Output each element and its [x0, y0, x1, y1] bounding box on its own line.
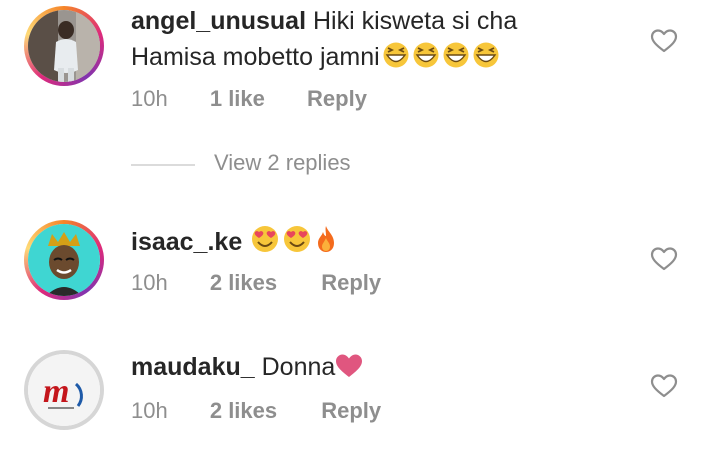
comment-time: 10h: [131, 398, 168, 423]
grinning-squinting-face-icon: [412, 41, 440, 78]
avatar-photo: [28, 10, 100, 82]
likes-count[interactable]: 2 likes: [210, 270, 277, 296]
comment-text: isaac_.ke: [131, 224, 338, 263]
view-replies-button[interactable]: View 2 replies: [214, 150, 351, 176]
heart-suit-icon: [335, 353, 363, 388]
svg-text:m: m: [43, 373, 69, 410]
avatar-angel-unusual[interactable]: [24, 6, 104, 86]
avatar-isaac-ke[interactable]: [24, 220, 104, 300]
avatar-logo: m: [28, 354, 100, 426]
reply-button[interactable]: Reply: [321, 270, 381, 296]
replies-divider: [131, 164, 195, 166]
grinning-squinting-face-icon: [472, 41, 500, 78]
like-heart-icon[interactable]: [650, 246, 678, 272]
like-heart-icon[interactable]: [650, 373, 678, 399]
heart-eyes-face-icon: [282, 224, 312, 263]
fire-icon: [314, 224, 338, 263]
comment-body-line1: Hiki kisweta si cha: [313, 7, 518, 35]
likes-count[interactable]: 1 like: [210, 86, 265, 112]
comment-meta: 10h 2 likes Reply: [131, 398, 381, 424]
comment-text: maudaku_ Donna: [131, 350, 363, 388]
grinning-squinting-face-icon: [442, 41, 470, 78]
heart-eyes-face-icon: [250, 224, 280, 263]
comment-username[interactable]: angel_unusual: [131, 7, 306, 35]
like-heart-icon[interactable]: [650, 28, 678, 54]
comment-body-line2: Hamisa mobetto jamni: [131, 43, 380, 71]
comment-time: 10h: [131, 86, 168, 111]
reply-button[interactable]: Reply: [307, 86, 367, 112]
grinning-squinting-face-icon: [382, 41, 410, 78]
comment-text: angel_unusual Hiki kisweta si cha: [131, 4, 517, 38]
comment-time: 10h: [131, 270, 168, 295]
avatar-illustration: [28, 224, 100, 296]
comment-text-line2: Hamisa mobetto jamni: [131, 40, 500, 78]
comment-meta: 10h 2 likes Reply: [131, 270, 381, 296]
comment-username[interactable]: isaac_.ke: [131, 228, 242, 256]
likes-count[interactable]: 2 likes: [210, 398, 277, 424]
comment-body: Donna: [261, 353, 336, 381]
avatar-maudaku[interactable]: m: [24, 350, 104, 430]
comment-username[interactable]: maudaku_: [131, 353, 255, 381]
comment-meta: 10h 1 like Reply: [131, 86, 367, 112]
reply-button[interactable]: Reply: [321, 398, 381, 424]
